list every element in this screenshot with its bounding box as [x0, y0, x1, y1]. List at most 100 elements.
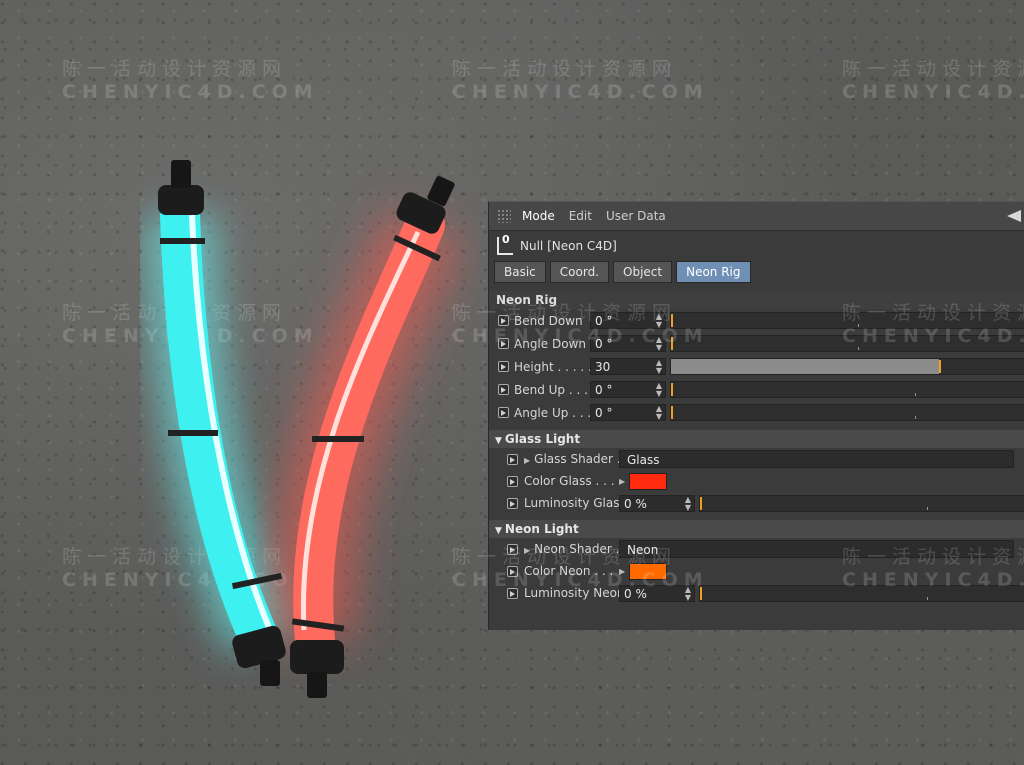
- group-glass-light[interactable]: ▼ Glass Light: [489, 430, 1024, 448]
- slider-knob[interactable]: [671, 314, 673, 327]
- param-slider[interactable]: [670, 381, 1024, 398]
- param-value-field[interactable]: 0 % ▲ ▼: [619, 494, 695, 512]
- object-title: Null [Neon C4D]: [520, 239, 617, 253]
- param-slider[interactable]: [670, 335, 1024, 352]
- param-value-field[interactable]: 0 ° ▲ ▼: [590, 381, 666, 398]
- slider-tick: [858, 347, 860, 350]
- keyframe-toggle-icon[interactable]: [498, 384, 509, 395]
- param-value: 0 °: [595, 314, 613, 328]
- menu-user-data[interactable]: User Data: [599, 209, 673, 223]
- param-value: 30: [595, 360, 611, 374]
- tab-coord[interactable]: Coord.: [549, 261, 609, 283]
- keyframe-toggle-icon[interactable]: [498, 338, 509, 349]
- param-value-field[interactable]: 0 % ▲ ▼: [619, 584, 695, 602]
- panel-grip-icon[interactable]: [497, 209, 511, 223]
- slider-tick: [914, 393, 916, 396]
- red-bottom-connector: [307, 672, 327, 698]
- slider-knob[interactable]: [700, 586, 702, 600]
- row-color-neon: Color Neon . . . ▶: [489, 560, 1024, 582]
- tab-basic[interactable]: Basic: [494, 261, 546, 283]
- spinner-arrows-icon[interactable]: ▲ ▼: [656, 382, 662, 398]
- param-slider[interactable]: [670, 358, 1024, 375]
- neon-shader-label: Neon Shader . .: [534, 542, 619, 556]
- param-label: Angle Down: [514, 336, 586, 351]
- param-label: Bend Up . . . .: [514, 382, 590, 397]
- collapse-triangle-icon[interactable]: ▼: [495, 436, 502, 446]
- param-value: 0 °: [595, 406, 613, 420]
- param-value-field[interactable]: 0 ° ▲ ▼: [590, 335, 666, 352]
- spinner-arrows-icon[interactable]: ▲ ▼: [685, 495, 691, 512]
- param-angle-down: Angle Down 0 ° ▲ ▼: [489, 332, 1024, 355]
- group-title: Neon Light: [504, 522, 579, 536]
- spinner-arrows-icon[interactable]: ▲ ▼: [685, 585, 691, 602]
- menu-mode[interactable]: Mode: [515, 209, 562, 223]
- param-label: Luminosity Neon: [524, 586, 619, 600]
- keyframe-toggle-icon[interactable]: [498, 407, 509, 418]
- attribute-menubar: Mode Edit User Data: [489, 202, 1024, 231]
- row-glass-shader: ▶ Glass Shader . . Glass: [489, 448, 1024, 470]
- spinner-arrows-icon[interactable]: ▲ ▼: [656, 313, 662, 329]
- collapse-triangle-icon[interactable]: ▼: [495, 526, 502, 536]
- color-glass-swatch[interactable]: [629, 472, 668, 490]
- slider-knob[interactable]: [671, 406, 673, 419]
- keyframe-toggle-icon[interactable]: [507, 453, 518, 465]
- color-neon-swatch[interactable]: [629, 562, 668, 580]
- param-label: Angle Up . . . .: [514, 405, 590, 420]
- slider-tick: [858, 324, 860, 327]
- param-slider[interactable]: [699, 584, 1024, 602]
- attribute-tabs: Basic Coord. Object Neon Rig: [489, 261, 1024, 283]
- param-value-field[interactable]: 0 ° ▲ ▼: [590, 404, 666, 421]
- param-value-field[interactable]: 0 ° ▲ ▼: [590, 312, 666, 329]
- param-slider[interactable]: [699, 494, 1024, 512]
- slider-knob[interactable]: [671, 383, 673, 396]
- param-slider[interactable]: [670, 312, 1024, 329]
- slider-tick: [926, 506, 928, 510]
- slider-knob[interactable]: [671, 337, 673, 350]
- neon-shader-field[interactable]: Neon: [619, 540, 1014, 558]
- param-value-field[interactable]: 30 ▲ ▼: [590, 358, 666, 375]
- param-label: Luminosity Glass: [524, 496, 619, 510]
- keyframe-toggle-icon[interactable]: [507, 565, 518, 577]
- param-value: 0 °: [595, 383, 613, 397]
- keyframe-toggle-icon[interactable]: [507, 475, 518, 487]
- expand-triangle-icon[interactable]: ▶: [524, 456, 530, 465]
- param-label: Bend Down: [514, 313, 583, 328]
- row-neon-shader: ▶ Neon Shader . . Neon: [489, 538, 1024, 560]
- param-value: 0 %: [624, 586, 647, 601]
- glass-shader-field[interactable]: Glass: [619, 450, 1014, 468]
- row-luminosity-glass: Luminosity Glass 0 % ▲ ▼: [489, 492, 1024, 514]
- slider-knob[interactable]: [939, 360, 942, 373]
- expand-triangle-icon[interactable]: ▶: [619, 477, 625, 486]
- object-header: 0 Null [Neon C4D]: [489, 231, 1024, 261]
- tab-object[interactable]: Object: [613, 261, 673, 283]
- param-label: ▶ Glass Shader . .: [518, 452, 619, 466]
- row-luminosity-neon: Luminosity Neon 0 % ▲ ▼: [489, 582, 1024, 604]
- spinner-arrows-icon[interactable]: ▲ ▼: [656, 405, 662, 421]
- cyan-top-connector: [171, 160, 191, 188]
- spinner-arrows-icon[interactable]: ▲ ▼: [656, 359, 662, 375]
- param-label: Color Neon . . .: [524, 564, 614, 578]
- row-color-glass: Color Glass . . . ▶: [489, 470, 1024, 492]
- param-angle-up: Angle Up . . . . 0 ° ▲▼: [489, 401, 1024, 424]
- red-bottom-cap: [290, 640, 344, 674]
- keyframe-toggle-icon[interactable]: [507, 543, 518, 555]
- keyframe-toggle-icon[interactable]: [507, 497, 518, 509]
- param-slider[interactable]: [670, 404, 1024, 421]
- keyframe-toggle-icon[interactable]: [498, 361, 509, 372]
- attribute-manager-panel: Mode Edit User Data 0 Null [Neon C4D] Ba…: [488, 201, 1024, 630]
- group-neon-light[interactable]: ▼ Neon Light: [489, 520, 1024, 538]
- slider-tick: [926, 596, 928, 600]
- back-arrow-icon[interactable]: [1007, 210, 1021, 222]
- cyan-bottom-connector: [260, 660, 280, 686]
- expand-triangle-icon[interactable]: ▶: [619, 567, 625, 576]
- tab-neon-rig[interactable]: Neon Rig: [676, 261, 751, 283]
- expand-triangle-icon[interactable]: ▶: [524, 546, 530, 555]
- menu-edit[interactable]: Edit: [562, 209, 599, 223]
- keyframe-toggle-icon[interactable]: [498, 315, 509, 326]
- cyan-top-cap: [158, 185, 204, 215]
- clip: [312, 436, 364, 442]
- keyframe-toggle-icon[interactable]: [507, 587, 518, 599]
- null-icon-letter: 0: [502, 233, 510, 246]
- spinner-arrows-icon[interactable]: ▲ ▼: [656, 336, 662, 352]
- slider-knob[interactable]: [700, 496, 702, 510]
